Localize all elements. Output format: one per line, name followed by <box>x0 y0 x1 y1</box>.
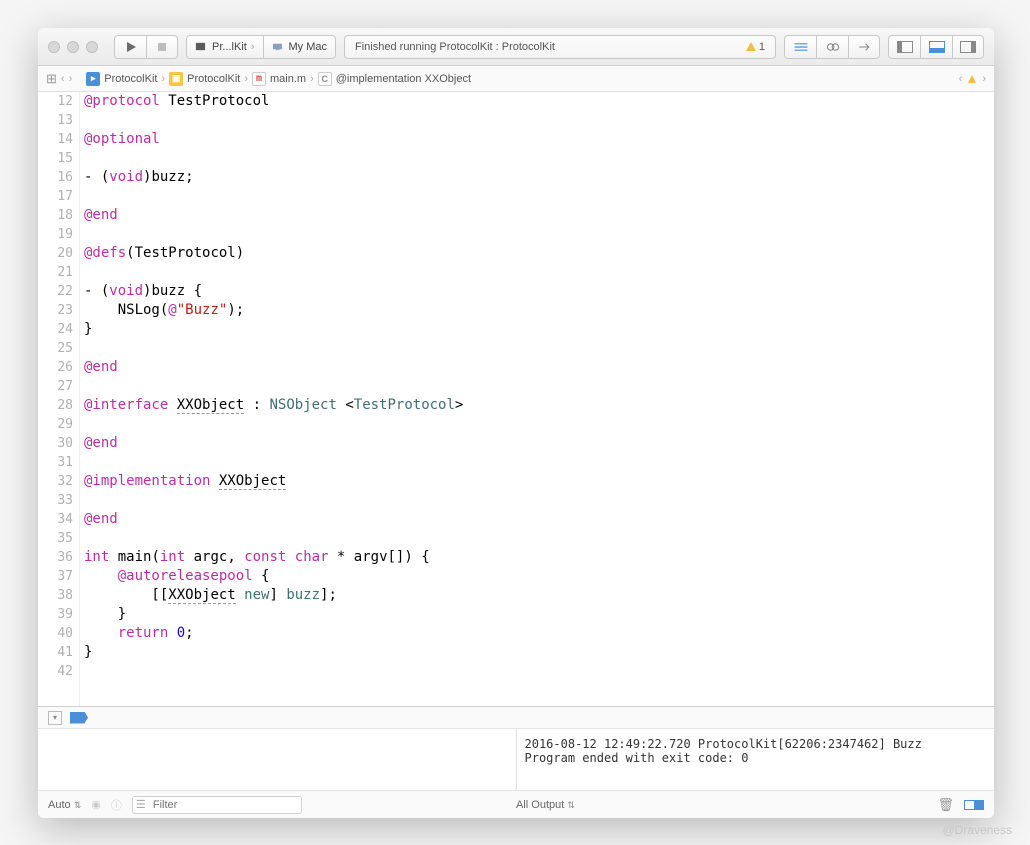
jump-bar: ⊞ ‹ › ▸ ProtocolKit › ▣ ProtocolKit › m … <box>38 66 994 92</box>
console-view[interactable]: 2016-08-12 12:49:22.720 ProtocolKit[6220… <box>517 729 995 790</box>
editor-mode-group <box>784 35 880 59</box>
clear-console-button[interactable]: 🗑 <box>937 797 954 813</box>
jumpbar-item-2[interactable]: main.m <box>270 73 306 85</box>
toggle-navigator-button[interactable] <box>888 35 920 59</box>
minimize-window-button[interactable] <box>67 41 79 53</box>
line-gutter: 1213141516171819202122232425262728293031… <box>38 92 80 706</box>
chevron-right-icon: › <box>251 41 255 53</box>
warning-icon[interactable] <box>968 75 976 83</box>
toggle-debug-area-button[interactable] <box>920 35 952 59</box>
watermark: @Draveness <box>942 823 1012 837</box>
assistant-editor-button[interactable] <box>816 35 848 59</box>
activity-status: Finished running ProtocolKit : ProtocolK… <box>344 35 776 59</box>
debug-main: 2016-08-12 12:49:22.720 ProtocolKit[6220… <box>38 729 994 790</box>
scheme-project-label: Pr...lKit <box>212 41 247 53</box>
show-variables-pane-button[interactable] <box>964 800 974 810</box>
chevron-icon: › <box>310 73 314 85</box>
variables-filter-input[interactable] <box>132 796 302 814</box>
project-icon: ▸ <box>86 72 100 86</box>
stop-button[interactable] <box>146 35 178 59</box>
debug-toolbar: ▾ <box>38 707 994 729</box>
console-line: 2016-08-12 12:49:22.720 ProtocolKit[6220… <box>525 737 987 751</box>
class-icon: C <box>318 72 332 86</box>
back-button[interactable]: ‹ <box>61 73 65 85</box>
debug-bottom-bar: Auto ⇅ ◉ ⓘ ☰ All Output ⇅ 🗑 <box>38 790 994 818</box>
debug-panel-icon <box>929 41 945 53</box>
run-button[interactable] <box>114 35 146 59</box>
scheme-project[interactable]: Pr...lKit › <box>186 35 263 59</box>
scheme-device-label: My Mac <box>289 41 328 53</box>
debug-area: ▾ 2016-08-12 12:49:22.720 ProtocolKit[62… <box>38 706 994 818</box>
console-output-scope-button[interactable]: All Output ⇅ <box>516 799 575 811</box>
scheme-selector[interactable]: Pr...lKit › My Mac <box>186 35 336 59</box>
debug-pane-toggle <box>964 800 984 810</box>
forward-button[interactable]: › <box>69 73 73 85</box>
jumpbar-item-3[interactable]: @implementation XXObject <box>336 73 471 85</box>
jumpbar-item-0[interactable]: ProtocolKit <box>104 73 157 85</box>
toolbar-right <box>784 35 984 59</box>
warning-icon <box>746 42 756 51</box>
variables-scope-button[interactable]: Auto ⇅ <box>48 799 81 811</box>
console-line: Program ended with exit code: 0 <box>525 751 987 765</box>
breakpoint-toggle-button[interactable] <box>70 712 88 724</box>
run-stop-group <box>114 35 178 59</box>
scheme-destination[interactable]: My Mac <box>263 35 337 59</box>
toolbar: Pr...lKit › My Mac Finished running Prot… <box>38 28 994 66</box>
code-content[interactable]: @protocol TestProtocol @optional - (void… <box>80 92 994 706</box>
zoom-window-button[interactable] <box>86 41 98 53</box>
jumpbar-next-issue[interactable]: › <box>982 73 986 85</box>
variables-filter: ☰ <box>132 796 302 814</box>
status-text: Finished running ProtocolKit : ProtocolK… <box>355 41 555 53</box>
search-icon: ☰ <box>136 798 146 811</box>
chevron-icon: › <box>161 73 165 85</box>
jumpbar-item-1[interactable]: ProtocolKit <box>187 73 240 85</box>
folder-icon: ▣ <box>169 72 183 86</box>
warning-badge[interactable]: 1 <box>746 41 765 53</box>
info-button[interactable]: ⓘ <box>111 797 122 813</box>
version-editor-button[interactable] <box>848 35 880 59</box>
navigator-panel-icon <box>897 41 913 53</box>
standard-editor-button[interactable] <box>784 35 816 59</box>
xcode-window: Pr...lKit › My Mac Finished running Prot… <box>38 28 994 818</box>
panel-toggle-group <box>888 35 984 59</box>
chevron-icon: › <box>244 73 248 85</box>
related-items-button[interactable]: ⊞ <box>46 71 57 87</box>
variables-view[interactable] <box>38 729 517 790</box>
debug-hide-button[interactable]: ▾ <box>48 711 62 725</box>
close-window-button[interactable] <box>48 41 60 53</box>
show-console-pane-button[interactable] <box>974 800 984 810</box>
quicklook-button[interactable]: ◉ <box>91 798 101 811</box>
window-controls <box>48 41 98 53</box>
jumpbar-prev-issue[interactable]: ‹ <box>959 73 963 85</box>
toggle-utilities-button[interactable] <box>952 35 984 59</box>
utilities-panel-icon <box>960 41 976 53</box>
code-editor[interactable]: 1213141516171819202122232425262728293031… <box>38 92 994 706</box>
m-file-icon: m <box>252 72 266 86</box>
warning-count: 1 <box>759 41 765 53</box>
